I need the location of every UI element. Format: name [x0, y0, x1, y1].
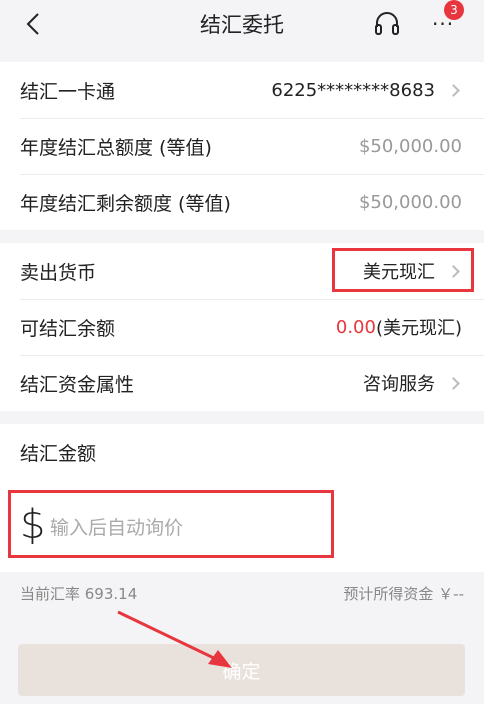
fund-attribute-label: 结汇资金属性 — [20, 373, 135, 396]
notification-badge: 3 — [444, 0, 464, 20]
amount-label: 结汇金额 — [20, 442, 97, 465]
card-row[interactable]: 结汇一卡通 6225********8683 — [0, 62, 484, 118]
annual-remaining-label: 年度结汇剩余额度 (等值) — [20, 192, 231, 215]
top-bar: 结汇委托 ··· 3 — [0, 0, 484, 50]
annual-remaining-value: $50,000.00 — [358, 191, 462, 213]
annual-total-row: 年度结汇总额度 (等值) $50,000.00 — [0, 118, 484, 174]
annual-remaining-row: 年度结汇剩余额度 (等值) $50,000.00 — [0, 174, 484, 230]
headset-icon — [375, 12, 399, 35]
page-title: 结汇委托 — [200, 13, 284, 37]
annual-total-label: 年度结汇总额度 (等值) — [20, 136, 212, 159]
available-balance-row: 可结汇余额 0.00 (美元现汇) — [0, 299, 484, 355]
more-button[interactable]: ··· 3 — [424, 0, 468, 40]
expected-funds: 预计所得资金 ￥-- — [343, 585, 464, 603]
available-unit: (美元现汇) — [375, 318, 462, 339]
sell-currency-label: 卖出货币 — [20, 261, 97, 284]
available-amount: 0.00 — [335, 316, 376, 338]
chevron-right-icon — [447, 83, 460, 97]
card-value-group: 6225********8683 — [271, 80, 462, 101]
highlight-sell-currency — [332, 248, 474, 292]
current-rate: 当前汇率 693.14 — [20, 585, 138, 603]
amount-label-section: 结汇金额 — [0, 424, 484, 482]
available-balance-value: 0.00 (美元现汇) — [336, 314, 462, 340]
card-label: 结汇一卡通 — [20, 80, 116, 103]
annual-total-value: $50,000.00 — [358, 135, 462, 157]
highlight-amount-input — [8, 490, 334, 558]
fund-attribute-value: 咨询服务 — [363, 374, 435, 395]
account-section: 结汇一卡通 6225********8683 年度结汇总额度 (等值) $50,… — [0, 62, 484, 230]
confirm-button[interactable]: 确定 — [18, 644, 465, 696]
card-number: 6225********8683 — [271, 79, 435, 101]
fund-attribute-value-group[interactable]: 咨询服务 — [363, 370, 462, 396]
fund-attribute-row[interactable]: 结汇资金属性 咨询服务 — [0, 355, 484, 411]
available-balance-label: 可结汇余额 — [20, 317, 116, 340]
customer-service-button[interactable] — [372, 9, 402, 39]
amount-label-row: 结汇金额 — [0, 424, 484, 480]
chevron-right-icon — [447, 376, 460, 390]
rate-row: 当前汇率 693.14 预计所得资金 ￥-- — [0, 572, 484, 616]
